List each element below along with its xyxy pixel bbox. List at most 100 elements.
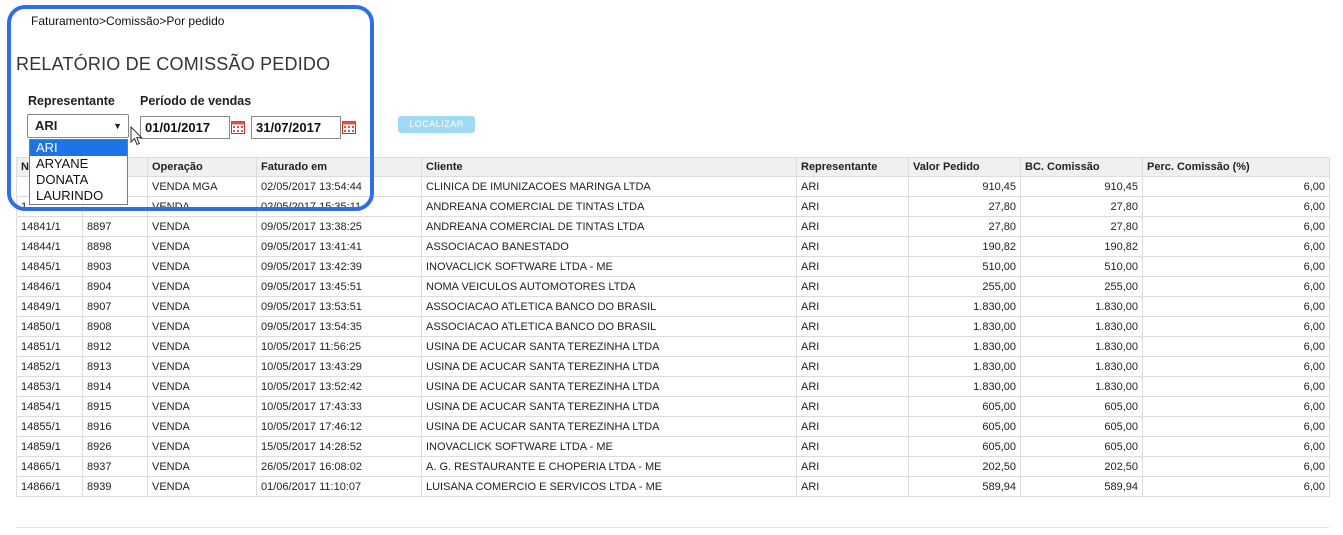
table-cell: 6,00 xyxy=(1142,416,1330,437)
column-header: Valor Pedido xyxy=(908,157,1021,177)
table-cell: 8908 xyxy=(82,316,148,337)
table-cell: VENDA xyxy=(147,336,257,357)
table-cell: 14854/1 xyxy=(16,396,83,417)
table-cell: NOMA VEICULOS AUTOMOTORES LTDA xyxy=(421,276,797,297)
table-cell: 09/05/2017 13:38:25 xyxy=(256,216,422,237)
divider xyxy=(16,527,1329,528)
table-cell: 09/05/2017 13:41:41 xyxy=(256,236,422,257)
calendar-icon[interactable] xyxy=(342,120,356,134)
table-cell: 14849/1 xyxy=(16,296,83,317)
table-cell: 6,00 xyxy=(1142,216,1330,237)
table-row: 14865/1 8937 VENDA 26/05/2017 16:08:02 A. G.… xyxy=(16,456,1330,477)
table-row: 14844/1 8898 VENDA 09/05/2017 13:41:41 ASSOC… xyxy=(16,236,1330,257)
table-cell: VENDA xyxy=(147,296,257,317)
table-row: 14845/1 8903 VENDA 09/05/2017 13:42:39 INOVA… xyxy=(16,256,1330,277)
table-cell: 8937 xyxy=(82,456,148,477)
table-cell: 1.830,00 xyxy=(908,336,1021,357)
periodo-label: Período de vendas xyxy=(140,94,252,108)
table-cell: 02/05/2017 15:35:11 xyxy=(256,196,422,217)
table-cell: ARI xyxy=(796,196,909,217)
table-cell: 8898 xyxy=(82,236,148,257)
dropdown-option[interactable]: ARYANE xyxy=(30,156,127,172)
calendar-icon[interactable] xyxy=(231,120,245,134)
table-cell: 09/05/2017 13:42:39 xyxy=(256,256,422,277)
table-cell: 8907 xyxy=(82,296,148,317)
table-cell: 14846/1 xyxy=(16,276,83,297)
table-cell: 6,00 xyxy=(1142,236,1330,257)
table-cell: 605,00 xyxy=(1020,416,1143,437)
table-cell: 14866/1 xyxy=(16,476,83,497)
table-cell: VENDA xyxy=(147,216,257,237)
representante-select[interactable]: ARI ▼ xyxy=(27,114,129,138)
table-cell: 605,00 xyxy=(908,436,1021,457)
representante-value: ARI xyxy=(35,118,58,133)
table-cell: USINA DE ACUCAR SANTA TEREZINHA LTDA xyxy=(421,376,797,397)
table-cell: 27,80 xyxy=(1020,216,1143,237)
table-cell: VENDA xyxy=(147,236,257,257)
table-cell: 09/05/2017 13:53:51 xyxy=(256,296,422,317)
table-cell: 15/05/2017 14:28:52 xyxy=(256,436,422,457)
table-cell: 01/06/2017 11:10:07 xyxy=(256,476,422,497)
table-cell: 6,00 xyxy=(1142,456,1330,477)
table-cell: 910,45 xyxy=(1020,176,1143,197)
table-cell: USINA DE ACUCAR SANTA TEREZINHA LTDA xyxy=(421,336,797,357)
date-from-input[interactable]: 01/01/2017 xyxy=(140,116,230,139)
table-cell: 10/05/2017 13:52:42 xyxy=(256,376,422,397)
table-cell: VENDA xyxy=(147,456,257,477)
table-header-row: N Operação Faturado em Cliente Representante… xyxy=(16,157,1330,177)
table-cell: 605,00 xyxy=(908,396,1021,417)
table-cell: 589,94 xyxy=(908,476,1021,497)
dropdown-option[interactable]: DONATA xyxy=(30,172,127,188)
table-cell: ARI xyxy=(796,296,909,317)
table-cell: ARI xyxy=(796,476,909,497)
table-cell: VENDA xyxy=(147,376,257,397)
table-cell: LUISANA COMERCIO E SERVICOS LTDA - ME xyxy=(421,476,797,497)
table-cell: 190,82 xyxy=(908,236,1021,257)
localizar-button[interactable]: LOCALIZAR xyxy=(398,116,475,133)
table-cell: 10/05/2017 11:56:25 xyxy=(256,336,422,357)
table-cell: ARI xyxy=(796,356,909,377)
table-cell: 8915 xyxy=(82,396,148,417)
table-cell: 6,00 xyxy=(1142,196,1330,217)
table-cell: 8913 xyxy=(82,356,148,377)
table-row: 14866/1 8939 VENDA 01/06/2017 11:10:07 LUISA… xyxy=(16,476,1330,497)
table-cell: 14841/1 xyxy=(16,216,83,237)
table-row: VENDA MGA 02/05/2017 13:54:44 CLINICA DE I… xyxy=(16,176,1330,197)
table-cell: 1.830,00 xyxy=(1020,296,1143,317)
table-cell: 1.830,00 xyxy=(1020,356,1143,377)
table-cell: 14865/1 xyxy=(16,456,83,477)
table-cell: 589,94 xyxy=(1020,476,1143,497)
cursor-icon xyxy=(130,126,143,146)
table-cell: 14844/1 xyxy=(16,236,83,257)
table-cell: VENDA xyxy=(147,316,257,337)
date-to-input[interactable]: 31/07/2017 xyxy=(251,116,341,139)
table-cell: 14851/1 xyxy=(16,336,83,357)
table-cell: 10/05/2017 17:43:33 xyxy=(256,396,422,417)
table-cell: 8897 xyxy=(82,216,148,237)
table-cell: VENDA MGA xyxy=(147,176,257,197)
table-cell: ASSOCIACAO ATLETICA BANCO DO BRASIL xyxy=(421,296,797,317)
table-row: 14850/1 8908 VENDA 09/05/2017 13:54:35 ASSOC… xyxy=(16,316,1330,337)
commission-table: N Operação Faturado em Cliente Representante… xyxy=(16,157,1330,497)
table-cell: 26/05/2017 16:08:02 xyxy=(256,456,422,477)
table-cell: ARI xyxy=(796,176,909,197)
table-cell: 02/05/2017 13:54:44 xyxy=(256,176,422,197)
table-cell: VENDA xyxy=(147,196,257,217)
representante-label: Representante xyxy=(28,94,115,108)
table-cell: 14853/1 xyxy=(16,376,83,397)
table-cell: 6,00 xyxy=(1142,436,1330,457)
table-cell: 10/05/2017 13:43:29 xyxy=(256,356,422,377)
table-cell: 8916 xyxy=(82,416,148,437)
table-cell: VENDA xyxy=(147,256,257,277)
table-cell: 8914 xyxy=(82,376,148,397)
table-cell: 1.830,00 xyxy=(1020,376,1143,397)
table-cell: 6,00 xyxy=(1142,396,1330,417)
column-header: Representante xyxy=(796,157,909,177)
table-cell: VENDA xyxy=(147,276,257,297)
representante-dropdown[interactable]: ARI ARYANE DONATA LAURINDO xyxy=(29,139,128,205)
table-cell: 6,00 xyxy=(1142,296,1330,317)
table-cell: 6,00 xyxy=(1142,276,1330,297)
dropdown-option[interactable]: LAURINDO xyxy=(30,188,127,204)
table-cell: VENDA xyxy=(147,356,257,377)
dropdown-option[interactable]: ARI xyxy=(30,140,127,156)
